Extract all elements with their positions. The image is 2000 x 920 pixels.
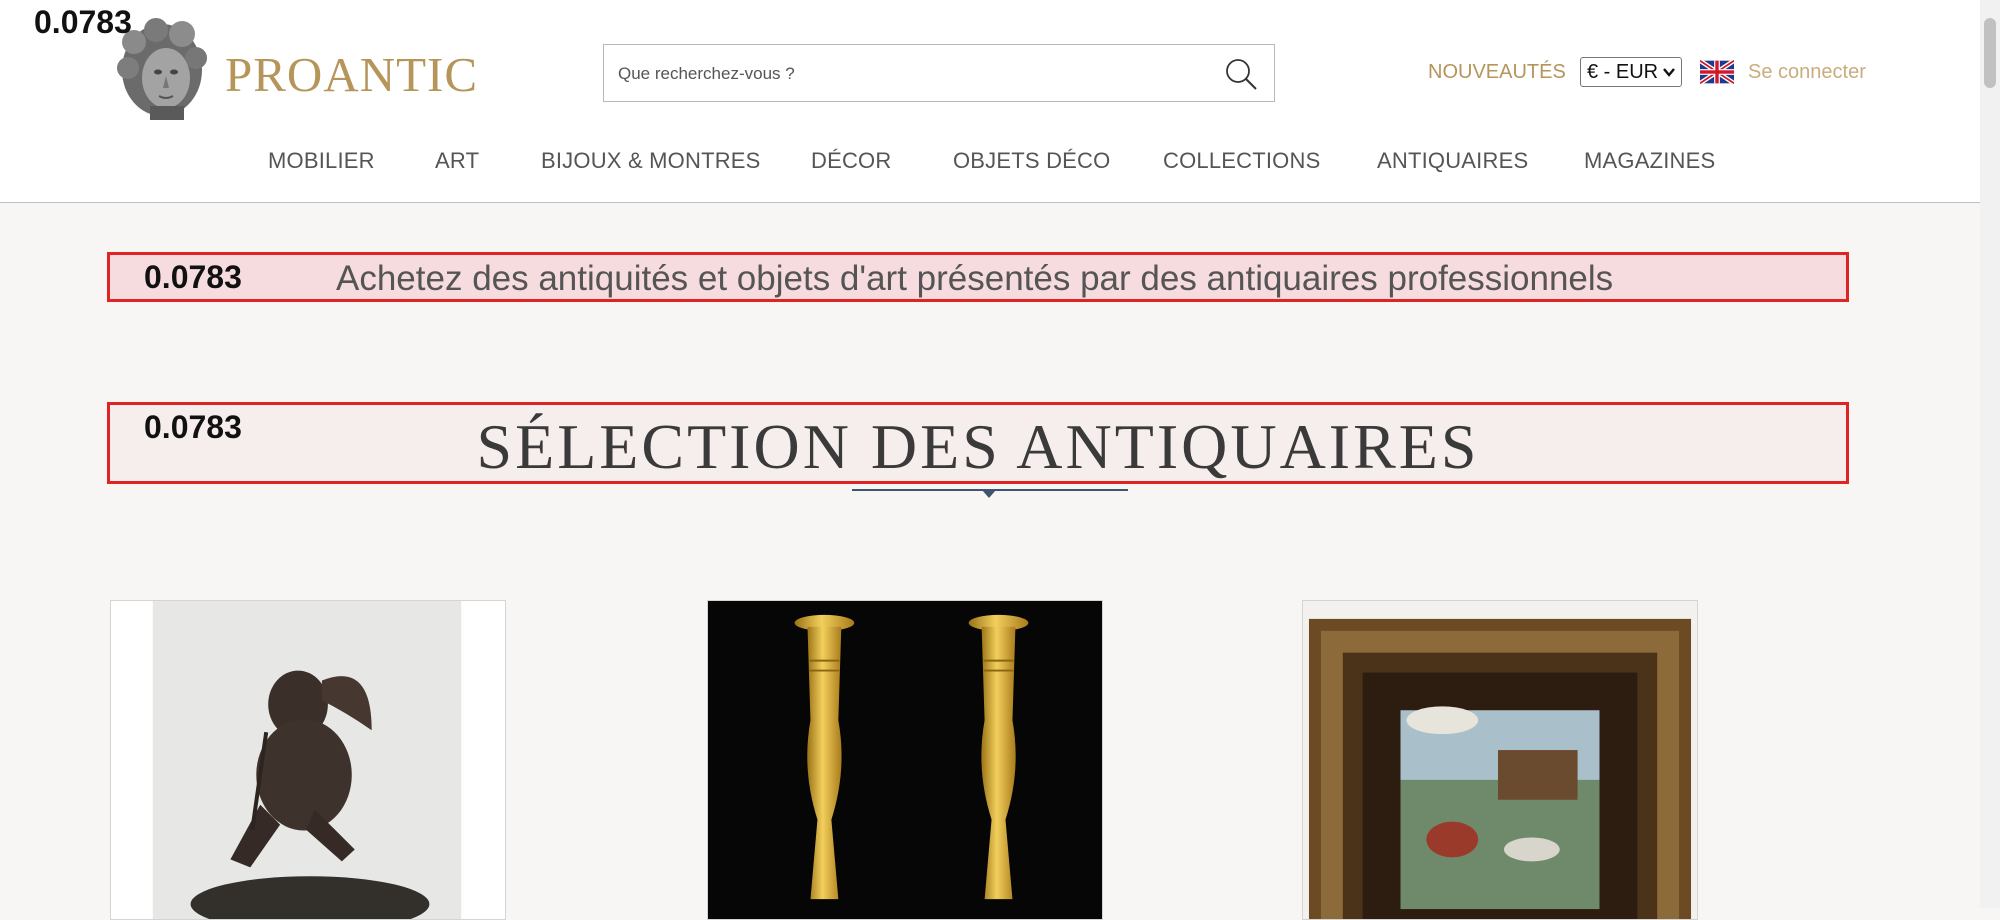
nav-item-bijoux-montres[interactable]: BIJOUX & MONTRES [541, 148, 761, 174]
nav-item-collections[interactable]: COLLECTIONS [1163, 148, 1320, 174]
main-nav: MOBILIER ART BIJOUX & MONTRES DÉCOR OBJE… [0, 148, 1980, 178]
product-card-painting[interactable] [1302, 600, 1698, 920]
overlay-score: 0.0783 [34, 4, 132, 40]
nav-item-objets-deco[interactable]: OBJETS DÉCO [953, 148, 1110, 174]
section-title: SÉLECTION DES ANTIQUAIRES [476, 411, 1480, 482]
search-icon[interactable] [1224, 57, 1258, 91]
site-header: PROANTIC NOUVEAUTÉS € - EUR Se connecter… [0, 0, 1980, 203]
product-card-sculpture[interactable] [110, 600, 506, 920]
nav-item-mobilier[interactable]: MOBILIER [268, 148, 375, 174]
nouveautes-link[interactable]: NOUVEAUTÉS [1428, 61, 1566, 84]
nav-item-antiquaires[interactable]: ANTIQUAIRES [1377, 148, 1528, 174]
nav-item-decor[interactable]: DÉCOR [811, 148, 891, 174]
promo-banner: 0.0783 Achetez des antiquités et objets … [107, 252, 1849, 302]
search-input[interactable] [616, 55, 1200, 93]
title-notch [982, 490, 996, 498]
uk-flag-icon[interactable] [1700, 60, 1734, 84]
banner-score: 0.0783 [144, 259, 242, 295]
login-link[interactable]: Se connecter [1748, 61, 1866, 84]
bronze-cupid-sculpture-image [111, 601, 505, 919]
nav-item-magazines[interactable]: MAGAZINES [1584, 148, 1715, 174]
gilt-bronze-candlesticks-image [708, 601, 1102, 919]
currency-select[interactable]: € - EUR [1580, 57, 1682, 87]
vertical-scrollbar[interactable] [1980, 0, 2000, 908]
scrollbar-thumb[interactable] [1984, 18, 1996, 88]
brand-name[interactable]: PROANTIC [225, 46, 478, 103]
search-box [603, 44, 1275, 102]
chevron-down-icon [1663, 68, 1675, 77]
framed-pastoral-painting-image [1303, 601, 1697, 919]
nav-item-art[interactable]: ART [435, 148, 479, 174]
product-card-candlesticks[interactable] [707, 600, 1103, 920]
section-title-box: 0.0783 SÉLECTION DES ANTIQUAIRES [107, 402, 1849, 484]
banner-text: Achetez des antiquités et objets d'art p… [336, 259, 1614, 298]
currency-value: € - EUR [1587, 61, 1659, 83]
